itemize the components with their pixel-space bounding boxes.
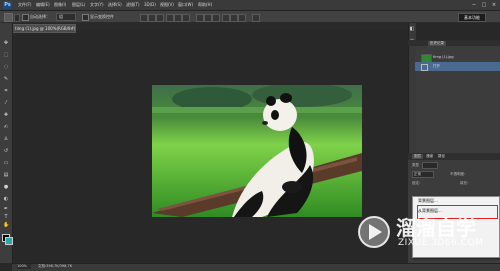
- show-transform-label: 显示变换控件: [90, 14, 114, 19]
- context-menu-item[interactable]: 背景图层...: [418, 198, 438, 204]
- lasso-tool-icon[interactable]: ◌: [3, 64, 9, 70]
- history-state-label: 打开: [433, 64, 440, 68]
- panel-icon-color[interactable]: ◧: [409, 26, 415, 32]
- background-color-swatch[interactable]: [5, 237, 13, 245]
- clone-stamp-tool-icon[interactable]: ♙: [3, 136, 9, 142]
- workspace-switcher[interactable]: 基本功能: [458, 13, 486, 22]
- menu-filter[interactable]: 滤镜(T): [126, 2, 140, 8]
- auto-select-checkbox[interactable]: [22, 14, 29, 21]
- photoshop-logo: Ps: [3, 1, 12, 9]
- move-tool-icon[interactable]: ✥: [3, 40, 9, 46]
- distribute-hcenter-icon[interactable]: [230, 14, 238, 22]
- blur-tool-icon[interactable]: ●: [3, 184, 9, 190]
- move-tool-preset-icon[interactable]: [4, 13, 13, 22]
- distribute-right-icon[interactable]: [238, 14, 246, 22]
- blend-mode-dropdown[interactable]: 正常: [412, 171, 434, 178]
- distribute-bottom-icon[interactable]: [212, 14, 220, 22]
- quick-select-tool-icon[interactable]: ✎: [3, 76, 9, 82]
- distribute-left-icon[interactable]: [222, 14, 230, 22]
- history-snapshot-row[interactable]: timg (1).jpg: [415, 53, 500, 63]
- watermark: 溜溜自学 ZIXUE.3D66.COM: [356, 206, 500, 260]
- lock-label: 锁定：: [412, 181, 423, 185]
- pen-tool-icon[interactable]: ✒: [3, 206, 9, 212]
- healing-brush-tool-icon[interactable]: ✚: [3, 112, 9, 118]
- align-left-icon[interactable]: [166, 14, 174, 22]
- history-panel-header: [408, 40, 500, 46]
- layer-kind-label: 类型: [412, 163, 419, 167]
- panda-photo: [152, 85, 362, 217]
- menu-3d[interactable]: 3D(D): [144, 2, 156, 7]
- menu-image[interactable]: 图像(I): [54, 2, 66, 8]
- menu-file[interactable]: 文件(F): [18, 2, 31, 8]
- hand-tool-icon[interactable]: ✋: [3, 222, 9, 228]
- eraser-tool-icon[interactable]: ▭: [3, 160, 9, 166]
- dodge-tool-icon[interactable]: ◐: [3, 196, 9, 202]
- zoom-level-field[interactable]: 100%: [17, 264, 31, 269]
- minimize-button[interactable]: −: [470, 2, 478, 8]
- menu-select[interactable]: 选择(S): [108, 2, 122, 8]
- eyedropper-tool-icon[interactable]: ⁄: [3, 100, 9, 106]
- menu-help[interactable]: 帮助(H): [198, 2, 212, 8]
- align-bottom-icon[interactable]: [156, 14, 164, 22]
- align-vcenter-icon[interactable]: [148, 14, 156, 22]
- opacity-label: 不透明度：: [450, 172, 468, 176]
- distribute-vcenter-icon[interactable]: [204, 14, 212, 22]
- menu-window[interactable]: 窗口(W): [178, 2, 193, 8]
- close-button[interactable]: ×: [490, 2, 498, 8]
- tool-preset-dropdown[interactable]: [14, 14, 20, 22]
- crop-tool-icon[interactable]: ⌗: [3, 88, 9, 94]
- align-hcenter-icon[interactable]: [174, 14, 182, 22]
- distribute-top-icon[interactable]: [196, 14, 204, 22]
- blend-mode-value: 正常: [414, 172, 421, 176]
- tab-paths[interactable]: 路径: [436, 154, 447, 159]
- type-tool-icon[interactable]: T: [3, 214, 9, 220]
- tab-history[interactable]: 历史记录: [428, 41, 446, 46]
- layer-kind-dropdown[interactable]: [422, 162, 438, 169]
- history-brush-tool-icon[interactable]: ↺: [3, 148, 9, 154]
- gradient-tool-icon[interactable]: ▤: [3, 172, 9, 178]
- history-snapshot-label: timg (1).jpg: [433, 55, 454, 59]
- tab-layers[interactable]: 图层: [412, 154, 423, 159]
- history-state-row[interactable]: 打开: [415, 62, 500, 71]
- open-state-icon: [421, 64, 428, 71]
- maximize-button[interactable]: □: [480, 2, 488, 8]
- brush-tool-icon[interactable]: ✍: [3, 124, 9, 130]
- align-right-icon[interactable]: [182, 14, 190, 22]
- canvas-image-panda[interactable]: [152, 85, 362, 217]
- align-top-icon[interactable]: [140, 14, 148, 22]
- menu-view[interactable]: 视图(V): [160, 2, 174, 8]
- tab-channels[interactable]: 通道: [424, 154, 435, 159]
- menu-edit[interactable]: 编辑(E): [36, 2, 50, 8]
- menu-type[interactable]: 文字(Y): [90, 2, 104, 8]
- auto-select-value: 组: [59, 14, 63, 19]
- document-tab[interactable]: timg (1).jpg @ 100%(RGB/8#): [12, 24, 76, 33]
- auto-select-dropdown[interactable]: 组: [56, 13, 76, 21]
- menu-layer[interactable]: 图层(L): [72, 2, 85, 8]
- fill-label: 填充：: [460, 181, 471, 185]
- watermark-brand: 溜溜自学: [396, 216, 476, 240]
- auto-select-label: 自动选择：: [30, 14, 50, 19]
- document-size-info: 文档:398.7K/398.7K: [38, 264, 72, 268]
- watermark-url: ZIXUE.3D66.COM: [398, 238, 484, 248]
- auto-align-icon[interactable]: [252, 14, 260, 22]
- show-transform-checkbox[interactable]: [82, 14, 89, 21]
- marquee-tool-icon[interactable]: ⬚: [3, 52, 9, 58]
